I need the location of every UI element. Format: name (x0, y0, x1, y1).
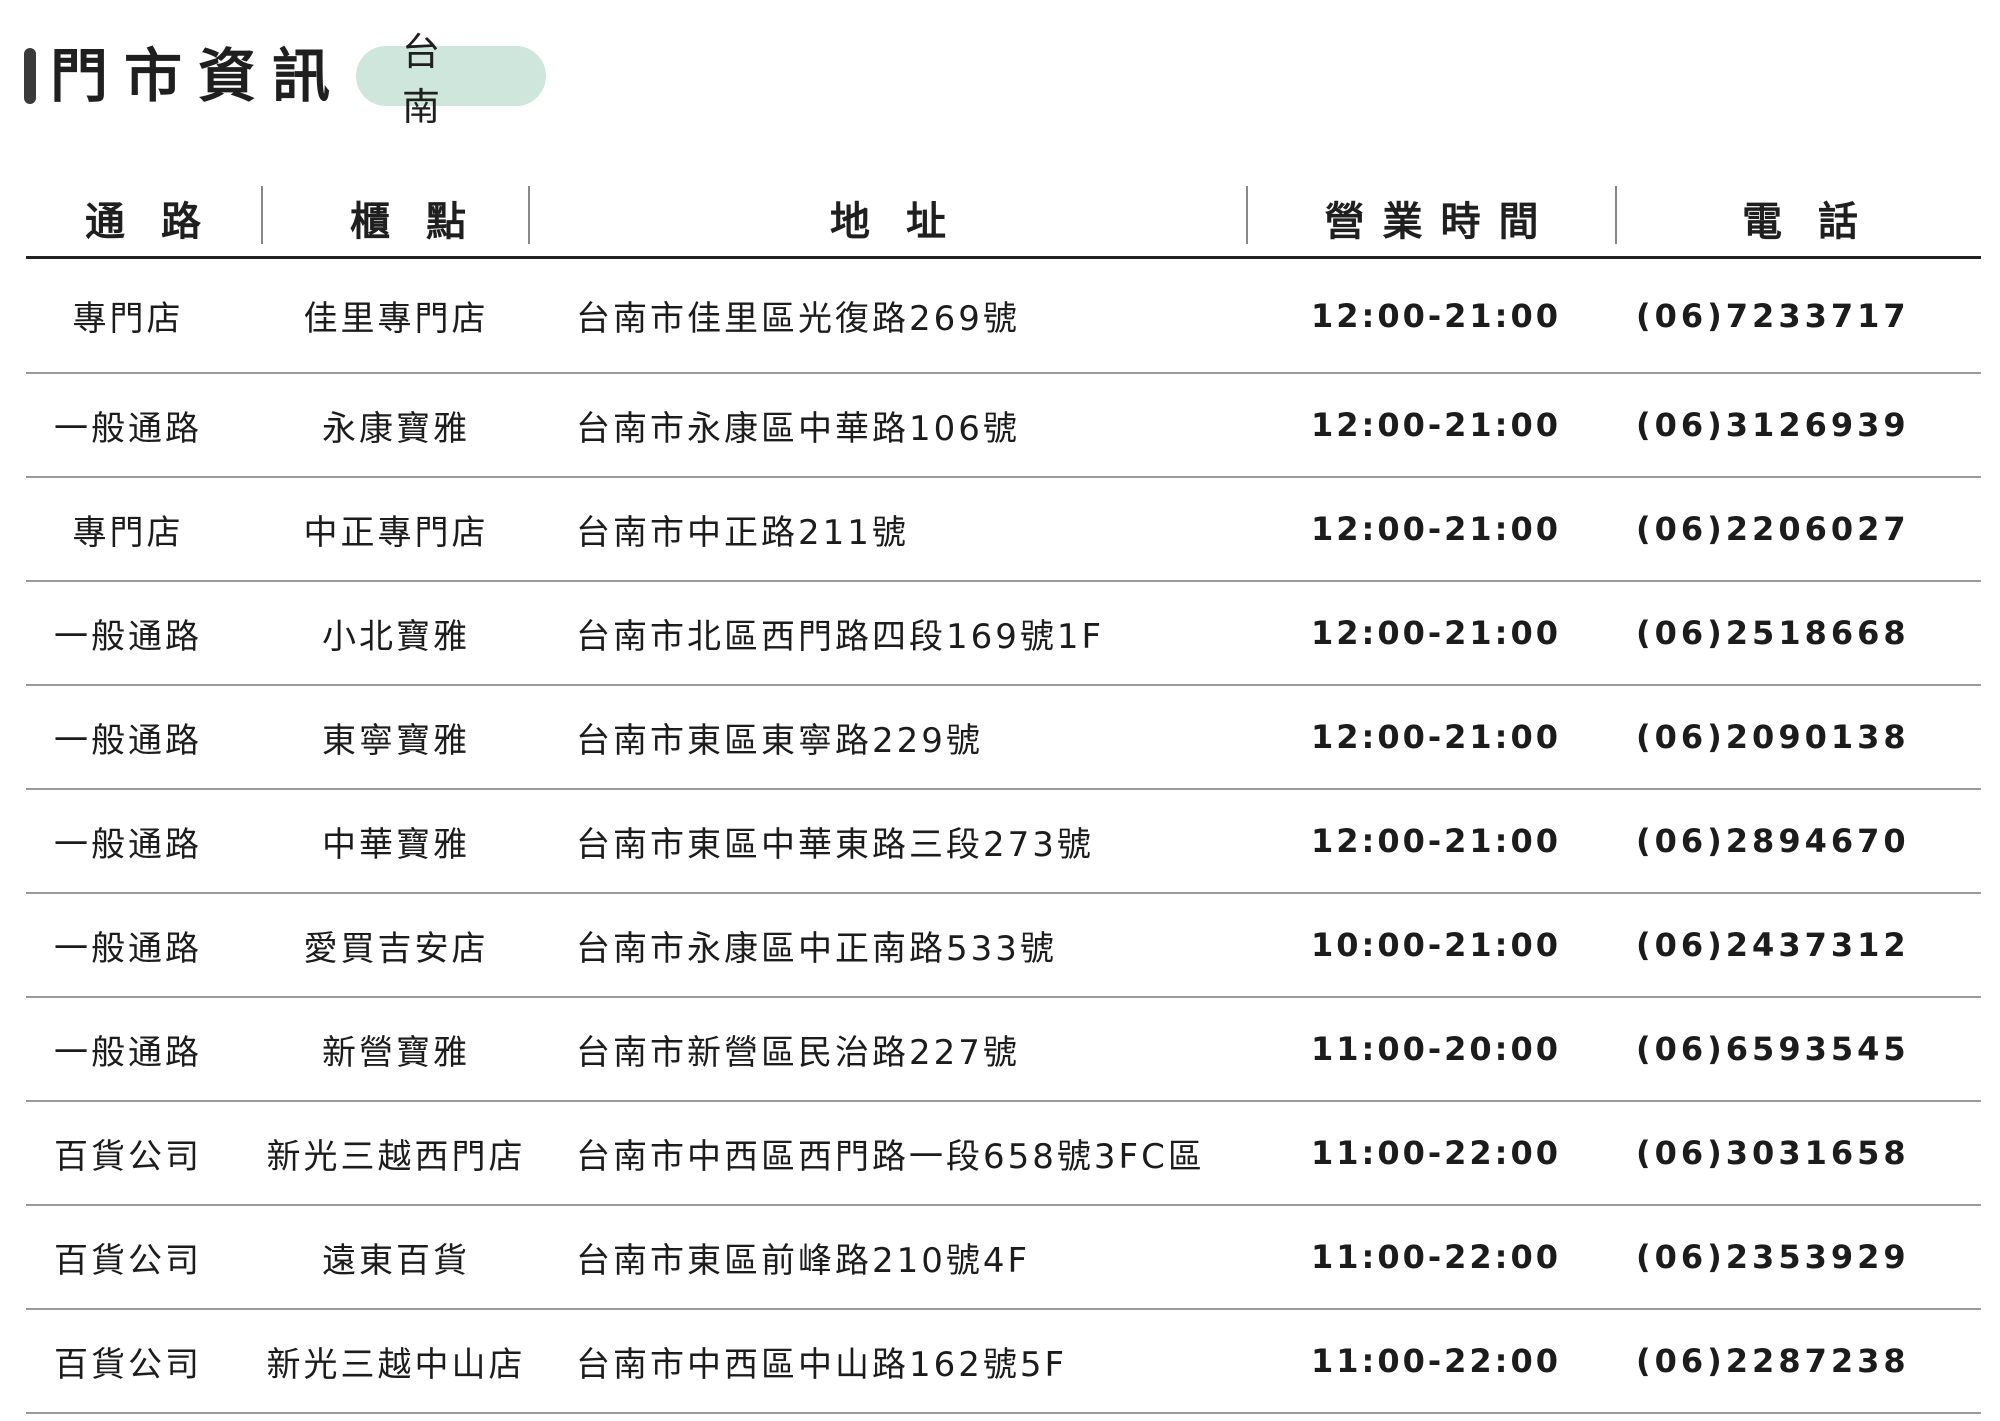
phone-cell: (06)3031658 (1636, 1134, 1910, 1172)
address-cell: 台南市中西區中山路162號5F (576, 1344, 1068, 1385)
column-header-address: 地址 (830, 199, 982, 245)
channel-cell: 百貨公司 (54, 1136, 202, 1177)
hours-cell: 12:00-21:00 (1311, 296, 1561, 335)
address-cell: 台南市佳里區光復路269號 (576, 299, 1020, 339)
hours-cell: 12:00-21:00 (1311, 406, 1561, 444)
store-cell: 新光三越西門店 (266, 1136, 526, 1177)
store-cell: 新光三越中山店 (266, 1344, 526, 1385)
store-cell: 遠東百貨 (322, 1240, 470, 1281)
address-cell: 台南市東區中華東路三段273號 (576, 824, 1094, 865)
store-cell: 佳里專門店 (303, 299, 489, 339)
hours-cell: 11:00-22:00 (1311, 1134, 1561, 1172)
hours-cell: 11:00-22:00 (1311, 1342, 1561, 1380)
store-cell: 中正專門店 (303, 512, 489, 553)
hours-cell: 12:00-21:00 (1311, 510, 1561, 548)
city-badge: 台南 (356, 30, 547, 129)
address-cell: 台南市永康區中正南路533號 (576, 928, 1057, 969)
column-header-channel: 通路 (85, 199, 237, 245)
phone-cell: (06)2518668 (1636, 614, 1910, 652)
store-cell: 東寧寶雅 (322, 720, 470, 761)
phone-cell: (06)2437312 (1636, 926, 1910, 964)
table-row: 一般通路 新營寶雅 台南市新營區民治路227號 11:00-20:00 (06)6593… (26, 998, 1981, 1102)
table-row: 專門店 佳里專門店 台南市佳里區光復路269號 12:00-21:00 (06)7233… (26, 259, 1981, 374)
store-table: 通路 櫃點 地址 營業時間 電話 專門店 佳里專門店 台南市佳里區光復路269號 12… (26, 180, 1981, 1414)
phone-cell: (06)2894670 (1636, 822, 1910, 860)
channel-cell: 一般通路 (54, 408, 202, 449)
channel-cell: 一般通路 (54, 720, 202, 761)
column-header-store: 櫃點 (350, 199, 502, 245)
title-accent-bar (24, 48, 36, 104)
channel-cell: 專門店 (72, 299, 184, 339)
table-body: 專門店 佳里專門店 台南市佳里區光復路269號 12:00-21:00 (06)7233… (26, 259, 1981, 1414)
phone-cell: (06)2287238 (1636, 1342, 1910, 1380)
store-cell: 新營寶雅 (322, 1032, 470, 1073)
table-row: 一般通路 永康寶雅 台南市永康區中華路106號 12:00-21:00 (06)3126… (26, 374, 1981, 478)
table-row: 百貨公司 新光三越中山店 台南市中西區中山路162號5F 11:00-22:00 (06… (26, 1310, 1981, 1414)
hours-cell: 12:00-21:00 (1311, 614, 1561, 652)
store-cell: 小北寶雅 (322, 616, 470, 657)
table-row: 一般通路 小北寶雅 台南市北區西門路四段169號1F 12:00-21:00 (06)2… (26, 582, 1981, 686)
address-cell: 台南市中西區西門路一段658號3FC區 (576, 1136, 1205, 1177)
channel-cell: 百貨公司 (54, 1344, 202, 1385)
channel-cell: 一般通路 (54, 928, 202, 969)
phone-cell: (06)2206027 (1636, 510, 1910, 548)
hours-cell: 11:00-20:00 (1311, 1030, 1561, 1068)
phone-cell: (06)7233717 (1636, 296, 1910, 335)
channel-cell: 一般通路 (54, 824, 202, 865)
address-cell: 台南市中正路211號 (576, 512, 909, 553)
phone-cell: (06)2353929 (1636, 1238, 1910, 1276)
address-cell: 台南市永康區中華路106號 (576, 408, 1020, 449)
hours-cell: 10:00-21:00 (1311, 926, 1561, 964)
store-cell: 永康寶雅 (322, 408, 470, 449)
hours-cell: 11:00-22:00 (1311, 1238, 1561, 1276)
phone-cell: (06)2090138 (1636, 718, 1910, 756)
address-cell: 台南市東區東寧路229號 (576, 720, 983, 761)
table-row: 百貨公司 遠東百貨 台南市東區前峰路210號4F 11:00-22:00 (06)235… (26, 1206, 1981, 1310)
phone-cell: (06)3126939 (1636, 406, 1910, 444)
table-row: 一般通路 愛買吉安店 台南市永康區中正南路533號 10:00-21:00 (06)24… (26, 894, 1981, 998)
channel-cell: 專門店 (72, 512, 184, 553)
column-header-hours: 營業時間 (1324, 199, 1557, 245)
column-header-phone: 電話 (1742, 199, 1894, 245)
page-header: 門市資訊 台南 (24, 30, 547, 129)
channel-cell: 一般通路 (54, 1032, 202, 1073)
address-cell: 台南市新營區民治路227號 (576, 1032, 1020, 1073)
table-row: 專門店 中正專門店 台南市中正路211號 12:00-21:00 (06)2206027 (26, 478, 1981, 582)
store-cell: 愛買吉安店 (303, 928, 489, 969)
store-cell: 中華寶雅 (322, 824, 470, 865)
channel-cell: 一般通路 (54, 616, 202, 657)
hours-cell: 12:00-21:00 (1311, 822, 1561, 860)
table-header: 通路 櫃點 地址 營業時間 電話 (26, 180, 1981, 259)
address-cell: 台南市北區西門路四段169號1F (576, 616, 1105, 657)
table-row: 一般通路 中華寶雅 台南市東區中華東路三段273號 12:00-21:00 (06)28… (26, 790, 1981, 894)
address-cell: 台南市東區前峰路210號4F (576, 1240, 1031, 1281)
phone-cell: (06)6593545 (1636, 1030, 1910, 1068)
table-row: 一般通路 東寧寶雅 台南市東區東寧路229號 12:00-21:00 (06)20901… (26, 686, 1981, 790)
channel-cell: 百貨公司 (54, 1240, 202, 1281)
table-row: 百貨公司 新光三越西門店 台南市中西區西門路一段658號3FC區 11:00-22:0… (26, 1102, 1981, 1206)
hours-cell: 12:00-21:00 (1311, 718, 1561, 756)
page-title: 門市資訊 (50, 42, 347, 110)
